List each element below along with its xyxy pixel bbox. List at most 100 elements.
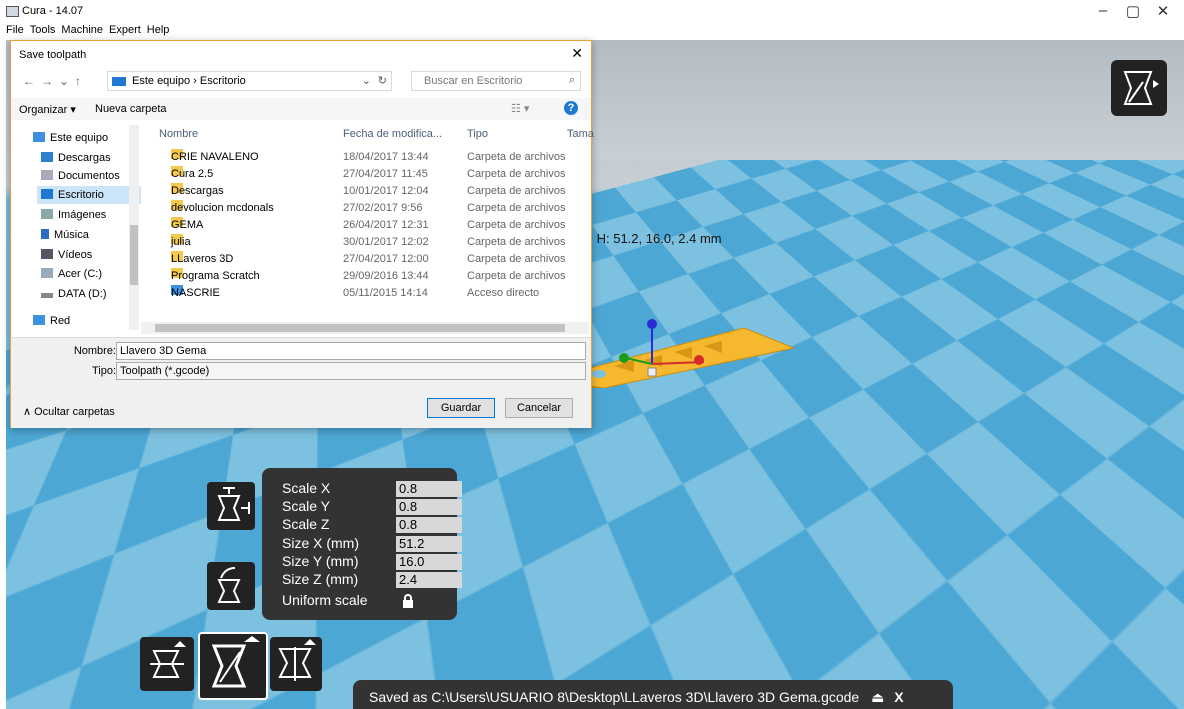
file-name-text: CRIE NAVALENO	[171, 151, 259, 163]
uniform-scale-row: Uniform scale	[282, 592, 452, 609]
file-row[interactable]: NASCRIE 05/11/2015 14:14 Acceso directo	[151, 285, 591, 302]
x-rotate-handle	[694, 355, 704, 365]
nav-drive-d[interactable]: DATA (D:)	[41, 285, 106, 303]
scale-x-input[interactable]: 0.8	[396, 481, 462, 497]
mirror-tool-button[interactable]	[270, 637, 322, 691]
lock-icon[interactable]	[402, 594, 414, 608]
file-type: Carpeta de archivos	[467, 253, 566, 265]
cancel-button[interactable]: Cancelar	[505, 398, 573, 418]
maximize-button[interactable]: ▢	[1118, 2, 1148, 20]
file-type: Carpeta de archivos	[467, 168, 566, 180]
minimize-button[interactable]: –	[1088, 2, 1118, 19]
nav-documentos[interactable]: Documentos	[41, 167, 120, 185]
filename-input[interactable]: Llavero 3D Gema	[116, 342, 586, 360]
file-date: 05/11/2015 14:14	[343, 287, 428, 299]
back-icon[interactable]: ←	[23, 74, 35, 88]
search-icon: ⌕	[568, 74, 575, 86]
file-date: 27/04/2017 12:00	[343, 253, 429, 265]
hide-folders-button[interactable]: ∧ Ocultar carpetas	[23, 405, 115, 418]
file-row[interactable]: Descargas 10/01/2017 12:04 Carpeta de arch…	[151, 183, 591, 200]
app-icon	[6, 6, 19, 17]
size-z-input[interactable]: 2.4	[396, 572, 462, 588]
address-bar[interactable]: Este equipo › Escritorio ⌄ ↻	[107, 71, 392, 91]
dialog-close-button[interactable]: ✕	[571, 45, 583, 62]
notification-close-button[interactable]: X	[894, 689, 903, 705]
nav-musica[interactable]: Música	[41, 226, 89, 244]
file-type: Carpeta de archivos	[467, 151, 566, 163]
scale-z-input[interactable]: 0.8	[396, 517, 462, 533]
up-icon[interactable]: ↑	[75, 74, 81, 88]
documents-icon	[41, 170, 53, 180]
chevron-down-icon[interactable]: ⌄	[362, 74, 371, 87]
file-type: Carpeta de archivos	[467, 202, 566, 214]
help-icon[interactable]: ?	[564, 101, 578, 115]
size-x-input[interactable]: 51.2	[396, 536, 462, 552]
scale-icon	[211, 636, 260, 688]
column-name[interactable]: Nombre	[159, 128, 198, 140]
nav-scrollbar[interactable]	[129, 125, 139, 330]
file-row[interactable]: GEMA 26/04/2017 12:31 Carpeta de archivos	[151, 217, 591, 234]
nav-red[interactable]: Red	[33, 312, 70, 330]
pictures-icon	[41, 209, 53, 219]
nav-este-equipo[interactable]: Este equipo	[33, 129, 108, 147]
view-mode-button[interactable]	[1111, 60, 1167, 116]
dialog-toolbar: Organizar ▾ Nueva carpeta ☷ ▾ ?	[11, 98, 591, 120]
menu-help[interactable]: Help	[147, 24, 170, 36]
breadcrumb[interactable]: Este equipo › Escritorio	[132, 75, 246, 87]
view-mode-icon	[1123, 71, 1159, 105]
refresh-icon[interactable]: ↻	[378, 74, 387, 87]
music-icon	[41, 229, 49, 239]
recent-dropdown-icon[interactable]: ⌄	[59, 74, 69, 88]
forward-icon[interactable]: →	[41, 74, 53, 88]
file-row[interactable]: CRIE NAVALENO 18/04/2017 13:44 Carpeta de …	[151, 149, 591, 166]
scale-panel: Scale X 0.8 Scale Y 0.8 Scale Z 0.8 Size X …	[262, 468, 462, 620]
menu-machine[interactable]: Machine	[61, 24, 103, 36]
scale-tool-button[interactable]	[198, 632, 268, 700]
notification-text: Saved as C:\Users\USUARIO 8\Desktop\LLav…	[369, 689, 860, 705]
reset-scale-button[interactable]	[207, 562, 255, 610]
nav-imagenes[interactable]: Imágenes	[41, 206, 106, 224]
horizontal-scrollbar[interactable]	[141, 322, 589, 334]
file-type: Carpeta de archivos	[467, 270, 566, 282]
menu-expert[interactable]: Expert	[109, 24, 141, 36]
title-bar: Cura - 14.07 – ▢ ✕	[0, 0, 1184, 22]
scale-y-input[interactable]: 0.8	[396, 499, 462, 515]
nav-escritorio[interactable]: Escritorio	[37, 186, 141, 204]
rotate-tool-button[interactable]	[140, 637, 194, 691]
file-row[interactable]: Programa Scratch 29/09/2016 13:44 Carpeta …	[151, 268, 591, 285]
filetype-label: Tipo:	[91, 365, 116, 377]
file-name-text: devolucion mcdonals	[171, 202, 274, 214]
column-date[interactable]: Fecha de modifica...	[343, 128, 442, 140]
nav-drive-c[interactable]: Acer (C:)	[41, 265, 102, 283]
file-row[interactable]: devolucion mcdonals 27/02/2017 9:56 Carpet…	[151, 200, 591, 217]
nav-videos[interactable]: Vídeos	[41, 246, 92, 264]
file-name-text: Cura 2.5	[171, 168, 214, 180]
new-folder-button[interactable]: Nueva carpeta	[95, 103, 167, 115]
filetype-select[interactable]: Toolpath (*.gcode)	[116, 362, 586, 380]
size-x-label: Size X (mm)	[282, 535, 359, 551]
search-input[interactable]: Buscar en Escritorio ⌕	[411, 71, 581, 91]
videos-icon	[41, 249, 53, 259]
file-type: Carpeta de archivos	[467, 236, 566, 248]
scale-to-max-button[interactable]	[207, 482, 255, 530]
file-name-text: GEMA	[171, 219, 204, 231]
view-options-icon[interactable]: ☷ ▾	[511, 102, 529, 115]
column-size[interactable]: Tama	[567, 128, 594, 140]
eject-icon[interactable]: ⏏	[871, 689, 884, 705]
nav-descargas[interactable]: Descargas	[41, 149, 111, 167]
scale-z-label: Scale Z	[282, 516, 330, 532]
file-row[interactable]: julia 30/01/2017 12:02 Carpeta de archivos	[151, 234, 591, 251]
column-type[interactable]: Tipo	[467, 128, 488, 140]
file-row[interactable]: LLaveros 3D 27/04/2017 12:00 Carpeta de ar…	[151, 251, 591, 268]
save-button[interactable]: Guardar	[427, 398, 495, 418]
file-row[interactable]: Cura 2.5 27/04/2017 11:45 Carpeta de archi…	[151, 166, 591, 183]
menu-tools[interactable]: Tools	[30, 24, 56, 36]
keyring-hole	[592, 370, 606, 378]
scale-z-row: Scale Z 0.8	[282, 516, 462, 533]
close-button[interactable]: ✕	[1148, 2, 1178, 20]
y-rotate-handle	[619, 353, 629, 363]
menu-file[interactable]: File	[6, 24, 24, 36]
organize-button[interactable]: Organizar ▾	[19, 103, 76, 116]
z-rotate-handle	[647, 319, 657, 329]
size-y-input[interactable]: 16.0	[396, 554, 462, 570]
